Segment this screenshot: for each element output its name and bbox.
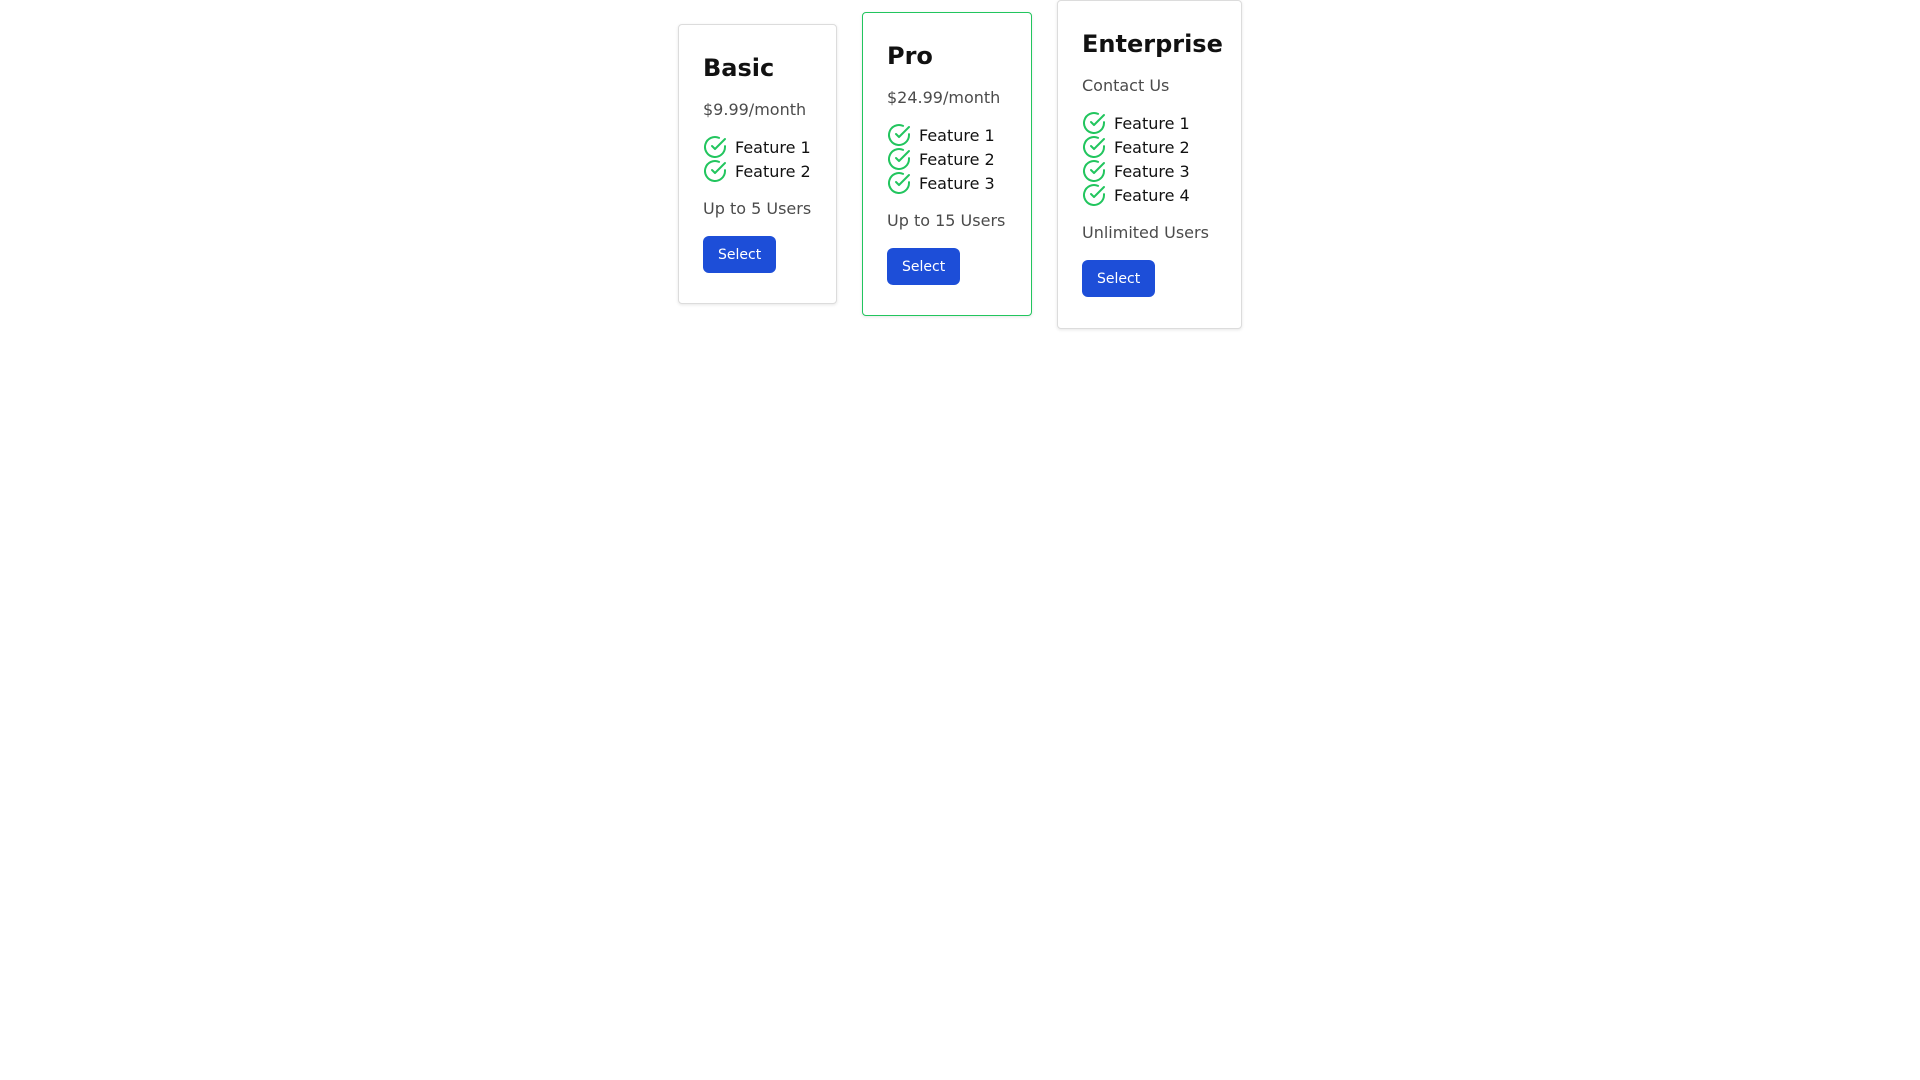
check-circle-icon bbox=[1083, 184, 1105, 206]
check-circle-icon bbox=[704, 160, 726, 182]
plan-price: $24.99/month bbox=[887, 88, 1001, 107]
select-enterprise-button[interactable]: Select bbox=[1082, 260, 1156, 297]
feature-item: Feature 3 bbox=[887, 171, 1007, 195]
feature-label: Feature 3 bbox=[1114, 161, 1190, 181]
feature-list: Feature 1 Feature 2 Feature 3 Feature 4 bbox=[1082, 111, 1217, 207]
plan-title: Basic bbox=[703, 54, 775, 82]
feature-item: Feature 3 bbox=[1082, 159, 1217, 183]
user-limit: Up to 5 Users bbox=[703, 199, 812, 218]
feature-item: Feature 2 bbox=[1082, 135, 1217, 159]
feature-label: Feature 2 bbox=[1114, 137, 1190, 157]
check-circle-icon bbox=[888, 172, 910, 194]
feature-item: Feature 4 bbox=[1082, 183, 1217, 207]
feature-label: Feature 2 bbox=[919, 149, 995, 169]
feature-item: Feature 2 bbox=[703, 159, 812, 183]
check-circle-icon bbox=[888, 148, 910, 170]
feature-label: Feature 2 bbox=[735, 161, 811, 181]
feature-list: Feature 1 Feature 2 Feature 3 bbox=[887, 123, 1007, 195]
plan-title: Enterprise bbox=[1082, 30, 1223, 58]
user-limit: Unlimited Users bbox=[1082, 223, 1209, 242]
pricing-plans: Basic $9.99/month Feature 1 Feature 2 Up… bbox=[0, 0, 1920, 329]
select-basic-button[interactable]: Select bbox=[703, 236, 777, 273]
feature-list: Feature 1 Feature 2 bbox=[703, 135, 812, 183]
plan-card-pro: Pro $24.99/month Feature 1 Feature 2 Fea… bbox=[862, 12, 1032, 316]
feature-label: Feature 4 bbox=[1114, 185, 1190, 205]
feature-label: Feature 1 bbox=[735, 137, 811, 157]
check-circle-icon bbox=[1083, 160, 1105, 182]
feature-item: Feature 1 bbox=[887, 123, 1007, 147]
plan-price: Contact Us bbox=[1082, 76, 1170, 95]
plan-card-enterprise: Enterprise Contact Us Feature 1 Feature … bbox=[1057, 0, 1242, 329]
check-circle-icon bbox=[1083, 112, 1105, 134]
feature-item: Feature 2 bbox=[887, 147, 1007, 171]
user-limit: Up to 15 Users bbox=[887, 211, 1006, 230]
plan-card-basic: Basic $9.99/month Feature 1 Feature 2 Up… bbox=[678, 24, 837, 304]
plan-title: Pro bbox=[887, 42, 933, 70]
check-circle-icon bbox=[888, 124, 910, 146]
feature-label: Feature 1 bbox=[1114, 113, 1190, 133]
feature-item: Feature 1 bbox=[1082, 111, 1217, 135]
feature-label: Feature 1 bbox=[919, 125, 995, 145]
select-pro-button[interactable]: Select bbox=[887, 248, 961, 285]
feature-label: Feature 3 bbox=[919, 173, 995, 193]
check-circle-icon bbox=[704, 136, 726, 158]
plan-price: $9.99/month bbox=[703, 100, 807, 119]
feature-item: Feature 1 bbox=[703, 135, 812, 159]
check-circle-icon bbox=[1083, 136, 1105, 158]
